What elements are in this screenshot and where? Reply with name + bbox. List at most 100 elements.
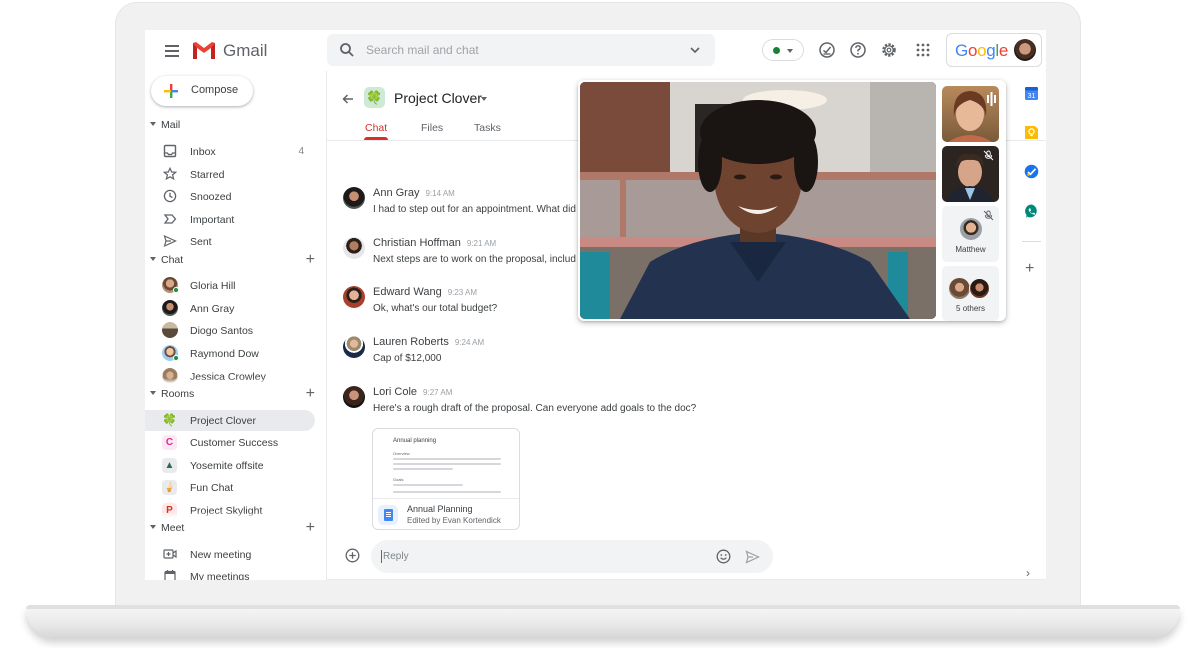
scroll-fade	[145, 245, 315, 251]
message-author: Lori Cole	[373, 386, 418, 398]
important-icon	[163, 214, 177, 224]
message-text: Ok, what's our total budget?	[373, 303, 498, 314]
doc-attachment-card[interactable]: Annual planning Overview Goals Annual Pl…	[372, 428, 520, 530]
participant-tile-matthew[interactable]: Matthew	[942, 206, 999, 262]
sidebar-item-snoozed[interactable]: Snoozed	[145, 186, 315, 207]
search-input[interactable]: Search mail and chat	[366, 43, 479, 57]
scroll-fade	[145, 378, 315, 384]
participant-name: Matthew	[955, 245, 986, 254]
clock-icon	[163, 189, 177, 203]
add-app-icon[interactable]: +	[1025, 260, 1034, 278]
settings-icon[interactable]	[880, 41, 898, 59]
add-meeting-icon[interactable]: +	[306, 519, 315, 537]
google-logo: Google	[955, 41, 1009, 60]
avatar	[343, 336, 365, 358]
keep-app-icon[interactable]	[1024, 125, 1039, 140]
online-indicator	[173, 287, 179, 293]
reply-input[interactable]: Reply	[371, 540, 773, 573]
apps-grid-icon[interactable]	[914, 41, 932, 59]
sidebar-chat-ann-gray[interactable]: Ann Gray	[145, 298, 315, 319]
message-text: I had to step out for an appointment. Wh…	[373, 204, 576, 215]
account-switcher[interactable]: Google	[946, 33, 1042, 67]
sidebar-divider	[326, 71, 327, 580]
message-author: Lauren Roberts	[373, 336, 449, 348]
tasks-app-icon[interactable]	[1024, 164, 1039, 179]
sidebar-item-important[interactable]: Important	[145, 209, 315, 230]
status-selector[interactable]	[762, 39, 804, 61]
others-count: 5 others	[956, 304, 985, 313]
participant-tile-others[interactable]: 5 others	[942, 266, 999, 321]
collapse-icon	[150, 391, 156, 396]
message-text: Cap of $12,000	[373, 353, 442, 364]
sidebar-chat-diogo-santos[interactable]: Diogo Santos	[145, 320, 315, 341]
text-cursor	[381, 550, 382, 563]
add-attachment-icon[interactable]	[345, 548, 360, 563]
app-name: Gmail	[223, 41, 268, 60]
voice-app-icon[interactable]	[1024, 204, 1039, 219]
room-title[interactable]: Project Clover	[394, 90, 482, 106]
doc-title: Annual Planning	[407, 504, 473, 514]
doc-preview: Annual planning Overview Goals	[373, 429, 519, 499]
rail-divider	[1022, 241, 1041, 242]
back-arrow-icon[interactable]	[341, 92, 355, 106]
tab-files[interactable]: Files	[421, 122, 443, 134]
avatar	[343, 187, 365, 209]
main-menu-icon[interactable]	[163, 44, 181, 58]
meet-section-header[interactable]: Meet +	[150, 519, 315, 538]
bottom-divider	[327, 579, 1046, 580]
doc-subtitle: Edited by Evan Kortendick	[407, 516, 501, 525]
room-menu-caret-icon[interactable]	[481, 97, 487, 101]
avatar	[969, 278, 990, 299]
calendar-icon	[164, 570, 176, 580]
sidebar-meet-my-meetings[interactable]: My meetings	[145, 566, 315, 580]
avatar	[960, 218, 982, 240]
expand-panel-chevron-icon[interactable]: ›	[1026, 566, 1030, 580]
participant-tile-muted[interactable]	[942, 146, 999, 202]
avatar	[343, 386, 365, 408]
help-icon[interactable]	[849, 41, 867, 59]
chat-section-header[interactable]: Chat +	[150, 251, 315, 270]
message-time: 9:24 AM	[454, 338, 485, 347]
add-chat-icon[interactable]: +	[306, 251, 315, 269]
tab-chat[interactable]: Chat	[365, 122, 387, 134]
status-dot	[773, 47, 780, 54]
video-add-icon	[163, 549, 177, 559]
support-check-icon[interactable]	[818, 41, 836, 59]
message-time: 9:21 AM	[466, 239, 497, 248]
gmail-screen: Gmail Search mail and chat Google Compos…	[145, 30, 1046, 580]
participant-tile-speaking[interactable]	[942, 86, 999, 142]
message-author: Edward Wang	[373, 286, 442, 298]
send-icon[interactable]	[745, 550, 760, 564]
search-bar[interactable]: Search mail and chat	[327, 34, 715, 66]
sidebar-chat-gloria-hill[interactable]: Gloria Hill	[145, 275, 315, 296]
message-author: Christian Hoffman	[373, 237, 461, 249]
video-call-panel[interactable]: Matthew 5 others	[578, 80, 1006, 321]
compose-label: Compose	[191, 84, 239, 96]
svg-text:31: 31	[1028, 93, 1036, 100]
account-avatar[interactable]	[1014, 39, 1036, 61]
sidebar-room-project-clover[interactable]: 🍀 Project Clover	[145, 410, 315, 431]
sidebar-room-fun-chat[interactable]: 🍦 Fun Chat	[145, 477, 315, 498]
room-initial-badge: C	[162, 435, 177, 450]
tab-tasks[interactable]: Tasks	[474, 122, 501, 134]
sidebar-meet-new-meeting[interactable]: New meeting	[145, 544, 315, 565]
rooms-section-header[interactable]: Rooms +	[150, 385, 315, 404]
add-room-icon[interactable]: +	[306, 385, 315, 403]
avatar	[162, 322, 178, 338]
calendar-app-icon[interactable]: 31	[1024, 86, 1039, 101]
emoji-icon[interactable]	[716, 549, 731, 564]
message-time: 9:14 AM	[425, 189, 455, 198]
sidebar-item-starred[interactable]: Starred	[145, 164, 315, 185]
plus-icon	[164, 84, 178, 98]
mic-off-icon	[983, 210, 994, 221]
search-options-chevron-icon[interactable]	[689, 44, 701, 56]
sidebar-room-yosemite-offsite[interactable]: ▲ Yosemite offsite	[145, 455, 315, 476]
collapse-icon	[150, 122, 156, 127]
sidebar-chat-raymond-dow[interactable]: Raymond Dow	[145, 343, 315, 364]
main-video-feed[interactable]	[580, 82, 936, 319]
sidebar-room-customer-success[interactable]: C Customer Success	[145, 432, 315, 453]
compose-button[interactable]: Compose	[151, 76, 253, 106]
mail-section-header[interactable]: Mail	[150, 119, 315, 135]
search-icon	[340, 43, 354, 57]
sidebar-item-inbox[interactable]: Inbox 4	[145, 141, 315, 162]
